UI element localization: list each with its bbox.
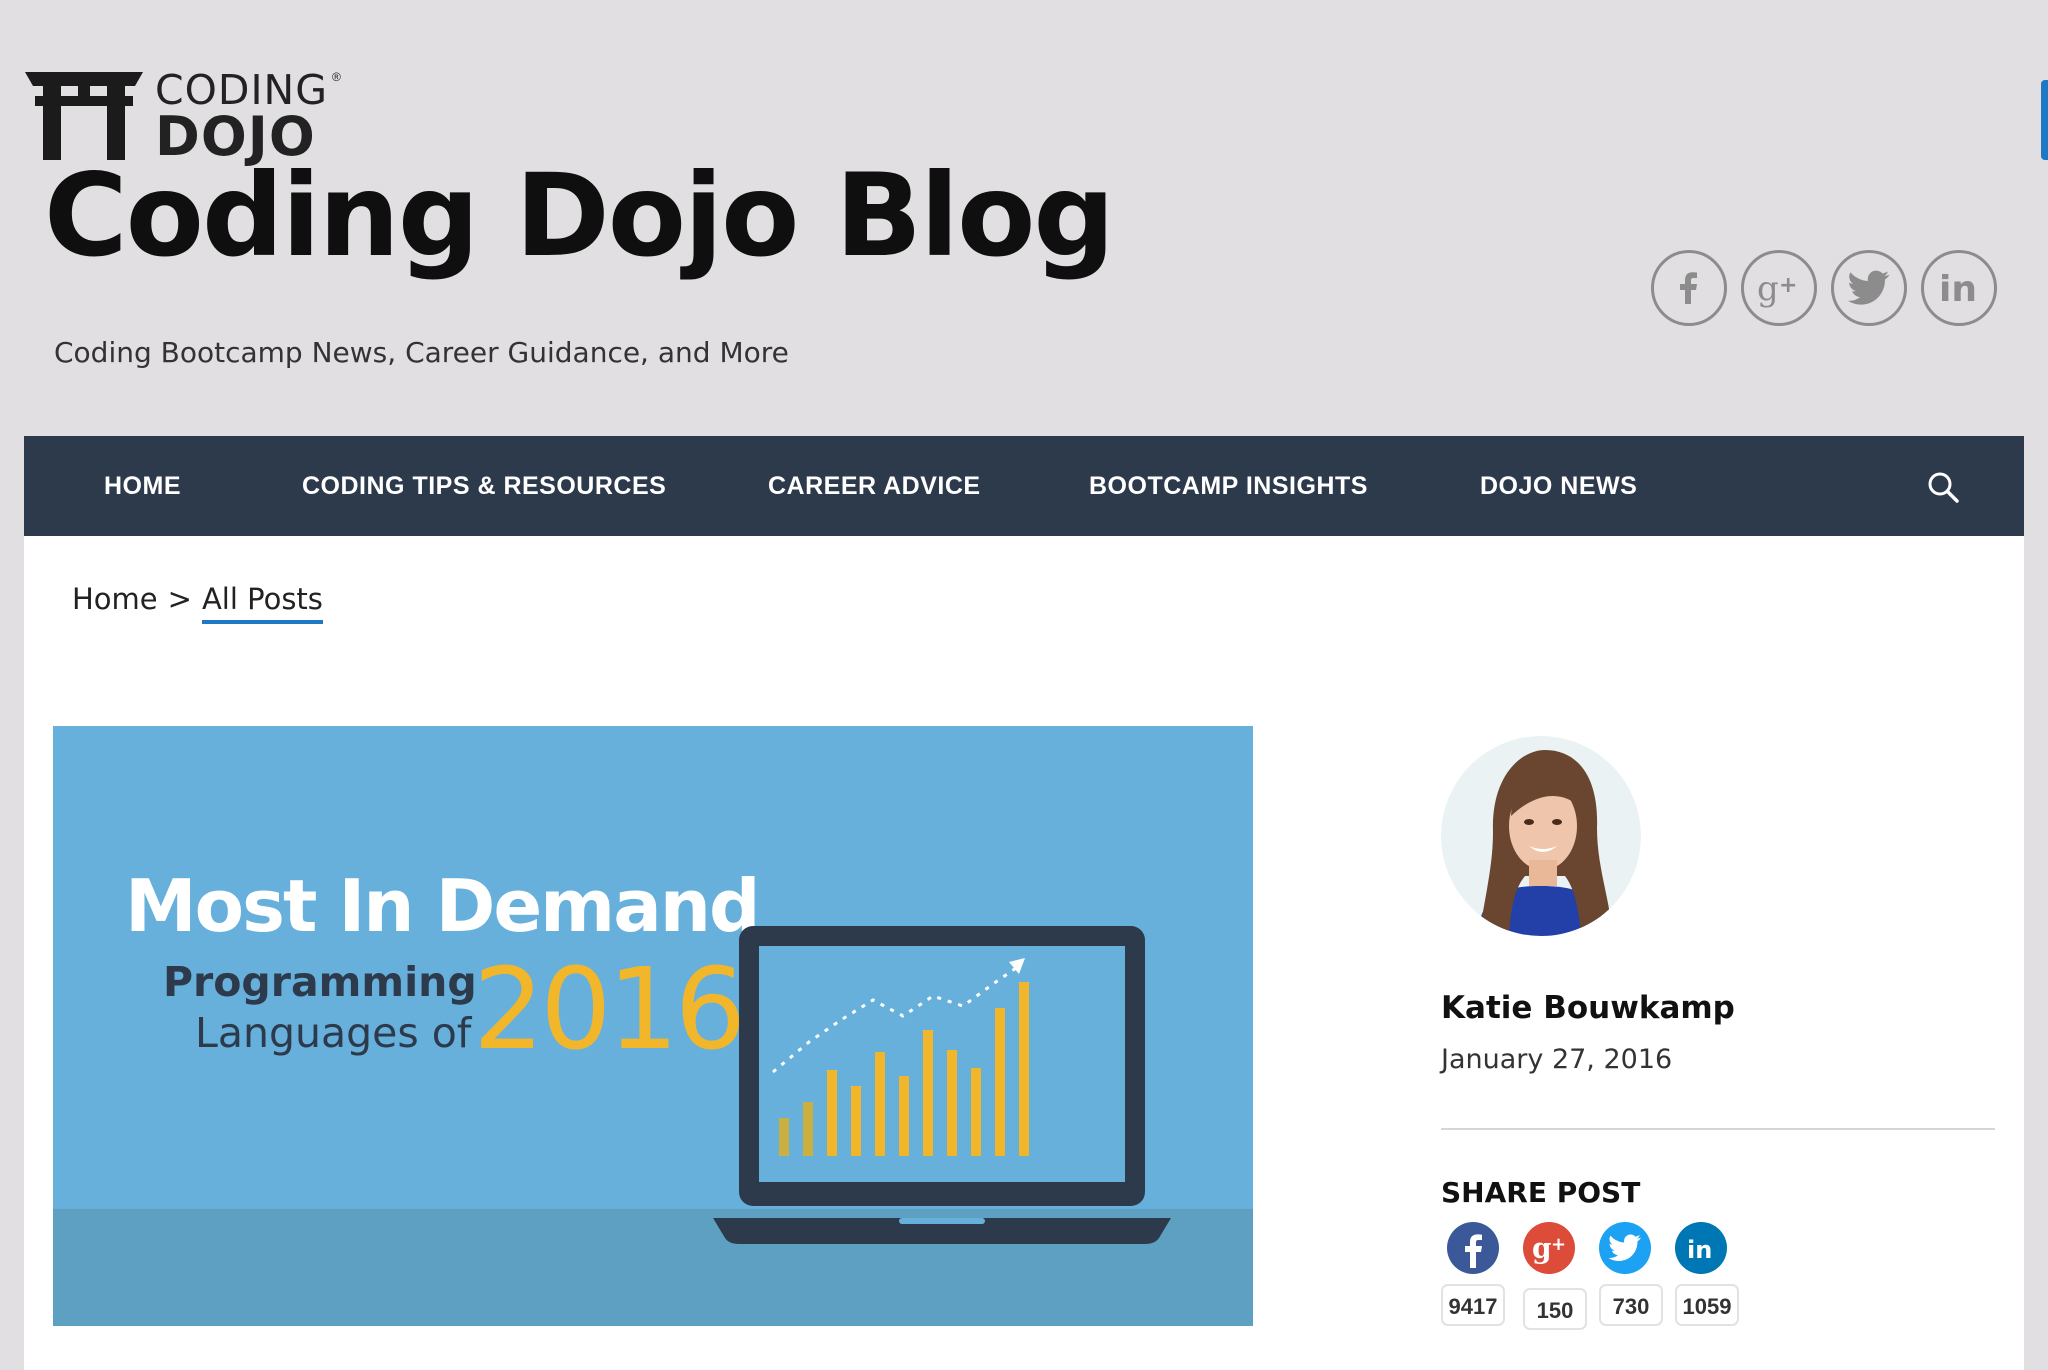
linkedin-icon: in xyxy=(1939,269,1977,308)
blog-tagline: Coding Bootcamp News, Career Guidance, a… xyxy=(54,336,789,369)
author-sidebar: Katie Bouwkamp January 27, 2016 SHARE PO… xyxy=(1441,736,2001,1336)
author-name[interactable]: Katie Bouwkamp xyxy=(1441,990,1735,1026)
share-twitter-button[interactable] xyxy=(1599,1222,1651,1274)
facebook-share-count: 9417 xyxy=(1441,1284,1505,1326)
twitter-share-count: 730 xyxy=(1599,1284,1663,1326)
laptop-chart-illustration xyxy=(713,926,1171,1244)
svg-text:+: + xyxy=(1779,273,1797,298)
facebook-icon xyxy=(1465,1234,1482,1268)
nav-item-home[interactable]: HOME xyxy=(104,436,181,536)
registered-mark: ® xyxy=(332,70,341,84)
nav-item-career-advice[interactable]: CAREER ADVICE xyxy=(768,436,981,536)
breadcrumb-all-posts-link[interactable]: All Posts xyxy=(201,582,323,624)
main-content: Home > All Posts Most In Demand Programmin… xyxy=(24,536,2024,1370)
featured-post-image[interactable]: Most In Demand Programming Languages of … xyxy=(53,726,1253,1326)
header-facebook-link[interactable] xyxy=(1651,250,1727,326)
feedback-side-tab[interactable] xyxy=(2041,80,2048,160)
post-date: January 27, 2016 xyxy=(1441,1044,1673,1075)
twitter-icon xyxy=(1848,270,1890,305)
header-twitter-link[interactable] xyxy=(1831,250,1907,326)
facebook-icon xyxy=(1680,272,1697,304)
linkedin-share-count: 1059 xyxy=(1675,1284,1739,1326)
breadcrumb: Home > All Posts xyxy=(72,582,323,624)
svg-text:in: in xyxy=(1687,1236,1712,1264)
header-google-plus-link[interactable]: g + xyxy=(1741,250,1817,326)
author-photo xyxy=(1441,736,1641,936)
nav-item-dojo-news[interactable]: DOJO NEWS xyxy=(1480,436,1637,536)
blog-title[interactable]: Coding Dojo Blog xyxy=(44,150,1115,281)
search-icon xyxy=(1928,472,1959,503)
svg-text:g: g xyxy=(1757,269,1779,308)
google-plus-share-count: 150 xyxy=(1523,1288,1587,1330)
share-facebook-button[interactable] xyxy=(1447,1222,1499,1274)
hero-year: 2016 xyxy=(473,945,746,1075)
torii-gate-icon xyxy=(25,72,143,160)
svg-text:g: g xyxy=(1532,1232,1552,1265)
header-linkedin-link[interactable]: in xyxy=(1921,250,1997,326)
google-plus-icon: g + xyxy=(1532,1232,1566,1265)
nav-item-bootcamp-insights[interactable]: BOOTCAMP INSIGHTS xyxy=(1089,436,1368,536)
author-avatar[interactable] xyxy=(1441,736,1641,936)
search-button[interactable] xyxy=(1924,468,1964,508)
linkedin-icon: in xyxy=(1687,1236,1712,1264)
hero-subtitle-line2: Languages of xyxy=(195,1009,472,1057)
google-plus-icon: g + xyxy=(1757,269,1797,308)
hero-title: Most In Demand xyxy=(125,864,761,948)
svg-text:in: in xyxy=(1939,269,1977,308)
share-google-plus-button[interactable]: g + xyxy=(1523,1222,1575,1274)
sidebar-divider xyxy=(1441,1128,1995,1130)
breadcrumb-separator: > xyxy=(167,582,192,616)
nav-item-coding-tips[interactable]: CODING TIPS & RESOURCES xyxy=(302,436,666,536)
svg-text:+: + xyxy=(1551,1234,1566,1255)
site-header: CODING DOJO ® Coding Dojo Blog Coding Bo… xyxy=(0,0,2048,436)
twitter-icon xyxy=(1608,1234,1641,1261)
share-post-label: SHARE POST xyxy=(1441,1176,1641,1209)
main-navigation: HOME CODING TIPS & RESOURCES CAREER ADVI… xyxy=(24,436,2024,536)
breadcrumb-home-link[interactable]: Home xyxy=(72,582,158,616)
share-linkedin-button[interactable]: in xyxy=(1675,1222,1727,1274)
hero-subtitle-line1: Programming xyxy=(163,958,477,1006)
